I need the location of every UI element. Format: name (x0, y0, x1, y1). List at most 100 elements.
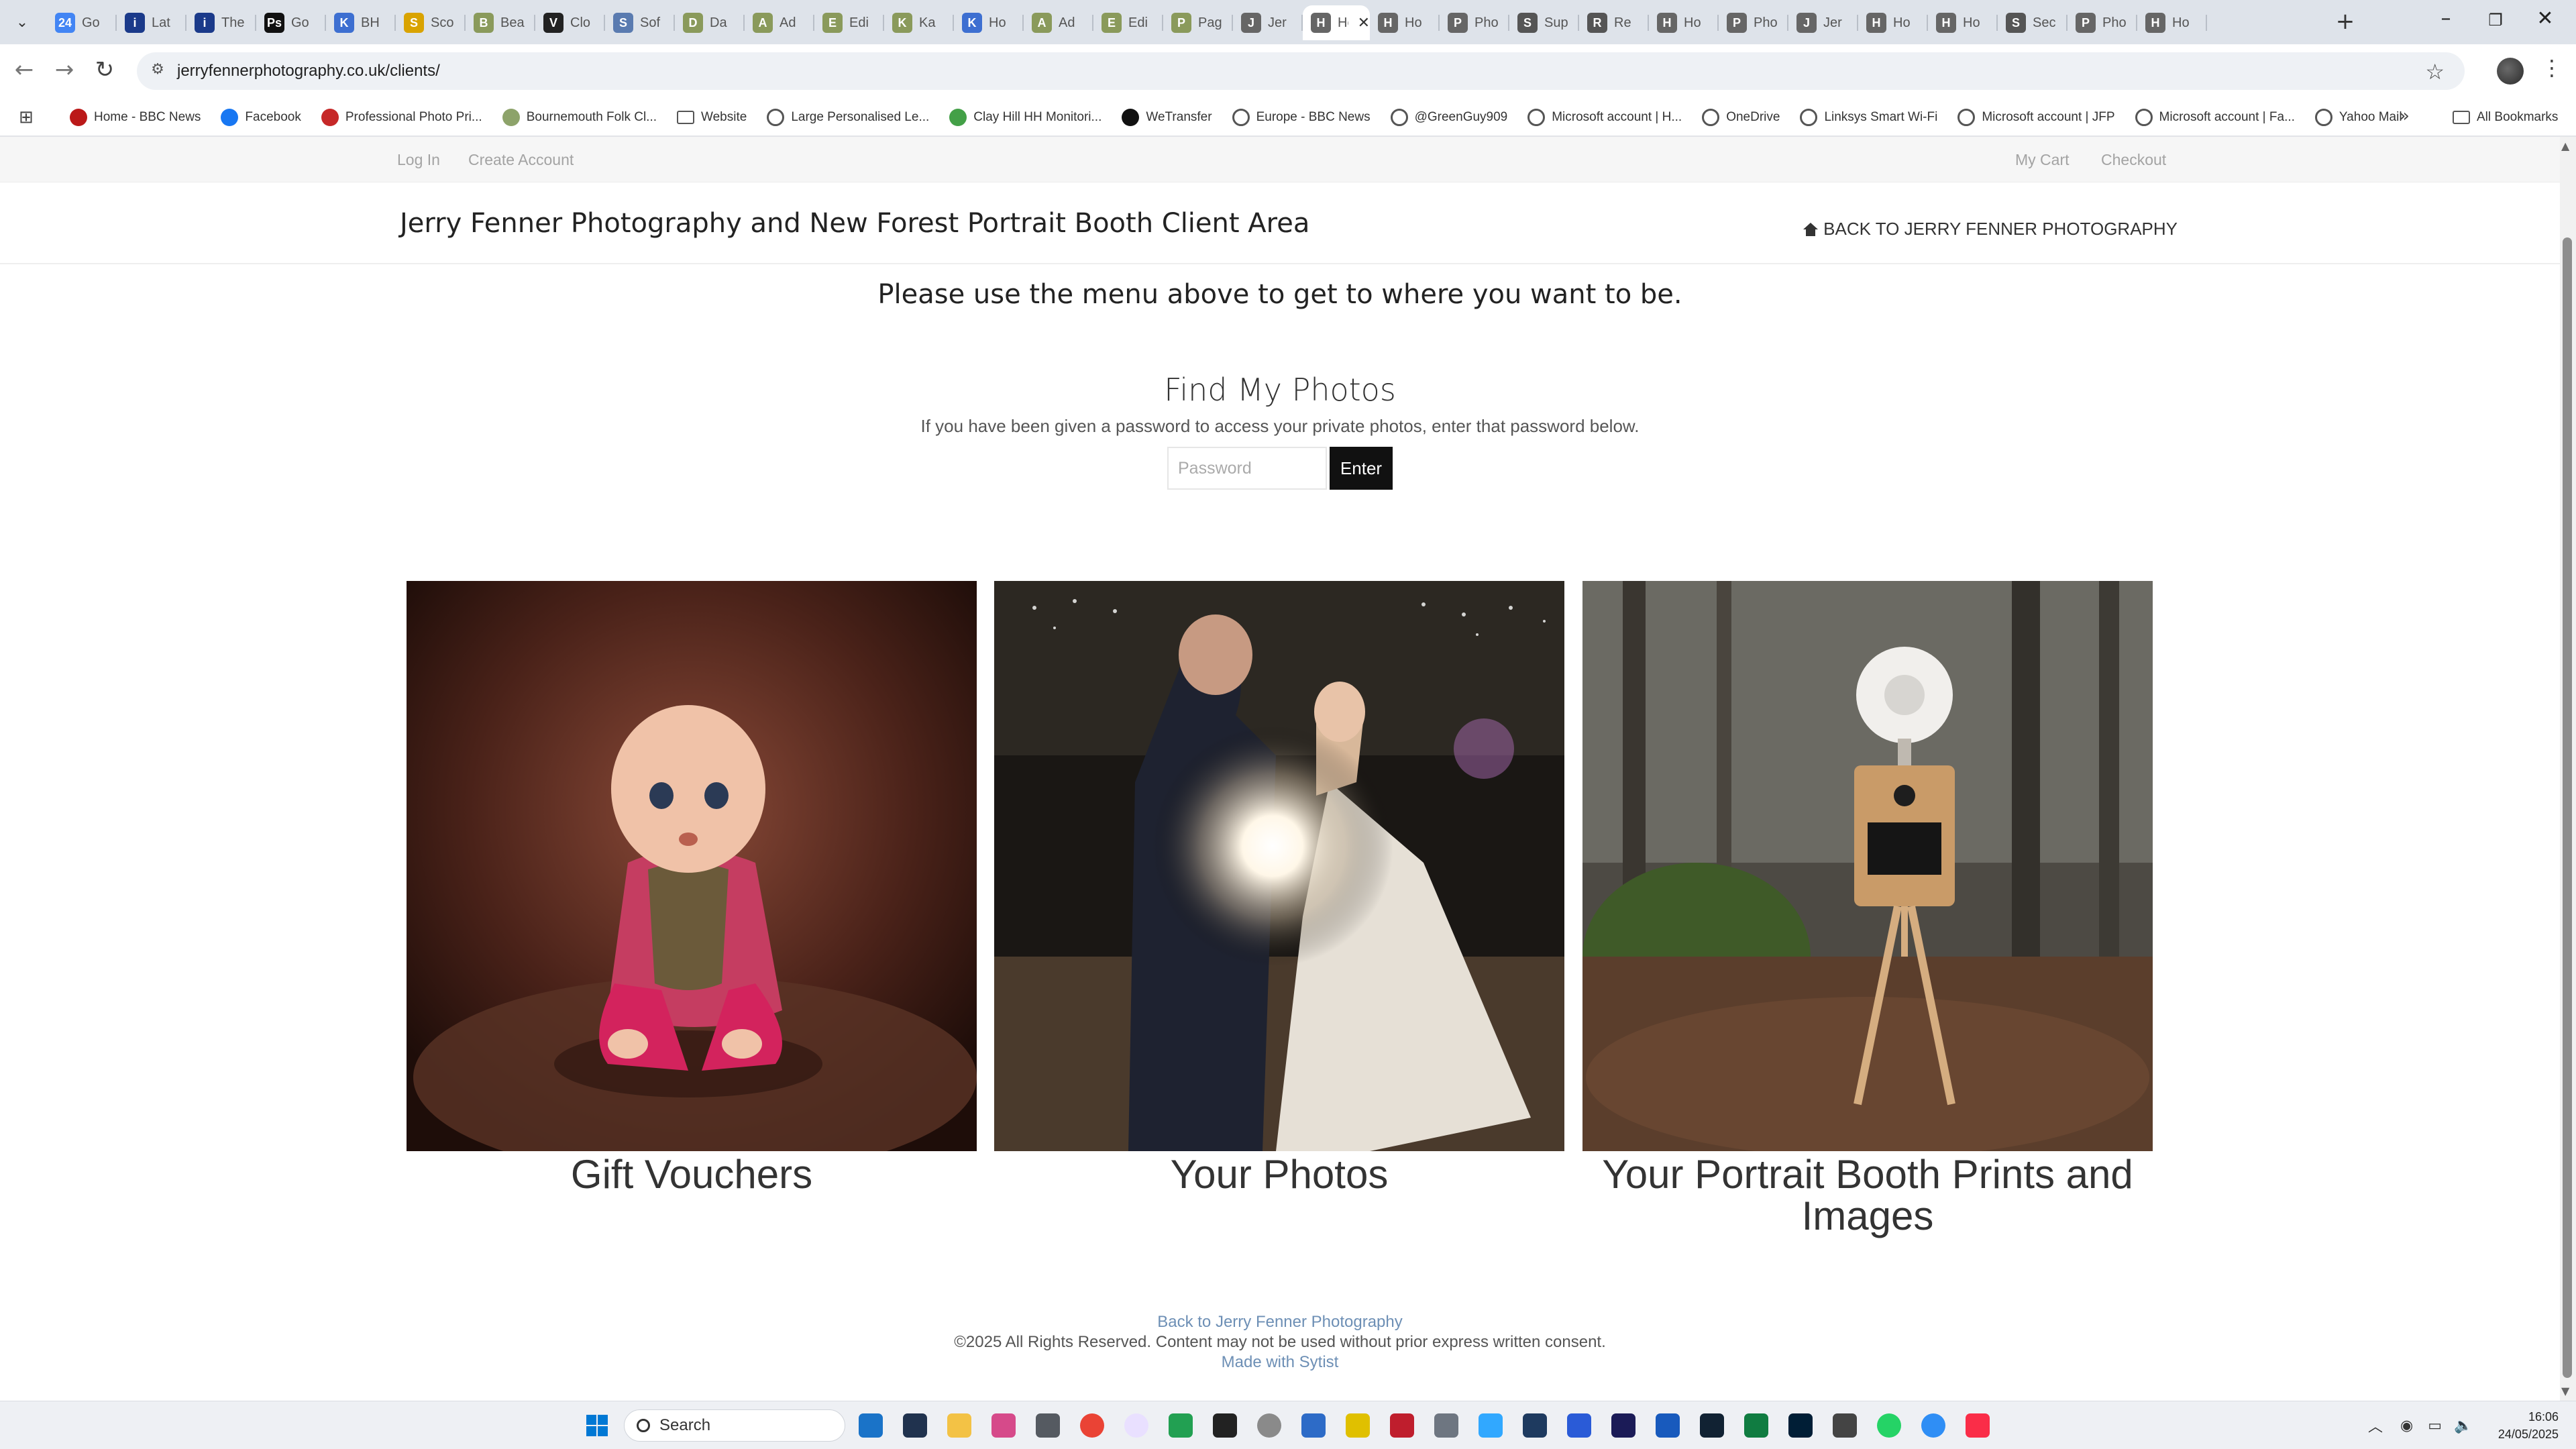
browser-tab[interactable]: H Ho ✕ (1303, 5, 1370, 40)
site-title[interactable]: Jerry Fenner Photography and New Forest … (400, 208, 1309, 239)
all-bookmarks-button[interactable]: All Bookmarks (2453, 98, 2558, 137)
browser-tab[interactable]: R Re (1579, 5, 1649, 40)
browser-tab[interactable]: K BH (326, 5, 396, 40)
bookmark-item[interactable]: OneDrive (1702, 109, 1780, 126)
photoshop-icon[interactable] (1788, 1413, 1813, 1438)
taskbar-clock[interactable]: 16:06 24/05/2025 (2491, 1408, 2559, 1443)
browser-tab[interactable]: H Ho (1928, 5, 1998, 40)
enter-button[interactable]: Enter (1330, 447, 1393, 490)
made-with-sytist-link[interactable]: Made with Sytist (0, 1352, 2560, 1373)
browser-tab[interactable]: H Ho (1858, 5, 1928, 40)
bookmark-item[interactable]: @GreenGuy909 (1390, 109, 1507, 126)
volume-icon[interactable]: 🔈 (2454, 1417, 2472, 1434)
itunes-icon[interactable] (1124, 1413, 1148, 1438)
bookmark-item[interactable]: Linksys Smart Wi-Fi (1800, 109, 1937, 126)
excel-icon[interactable] (1744, 1413, 1768, 1438)
lightroom-classic-icon[interactable] (903, 1413, 927, 1438)
bookmark-item[interactable]: Professional Photo Pri... (321, 109, 482, 126)
whatsapp-icon[interactable] (1877, 1413, 1901, 1438)
page-scrollbar[interactable]: ▲ ▼ (2560, 137, 2576, 1401)
more-bookmarks-icon[interactable]: » (2399, 106, 2410, 126)
url-text[interactable]: jerryfennerphotography.co.uk/clients/ (177, 62, 440, 80)
taskbar-search[interactable]: Search (624, 1409, 845, 1442)
bookmark-item[interactable]: Microsoft account | H... (1527, 109, 1682, 126)
browser-tab[interactable]: Ps Go (256, 5, 326, 40)
back-arrow-icon[interactable]: ← (9, 56, 39, 83)
bookmark-item[interactable]: Facebook (221, 109, 301, 126)
browser-tab[interactable]: E Edi (1093, 5, 1163, 40)
sync-app-icon[interactable] (1169, 1413, 1193, 1438)
network-icon[interactable]: ▭ (2428, 1417, 2442, 1434)
my-cart-link[interactable]: My Cart (2015, 151, 2070, 169)
paint-app-icon[interactable] (1479, 1413, 1503, 1438)
editor-app-icon[interactable] (1567, 1413, 1591, 1438)
card-caption[interactable]: Your Portrait Booth Prints and Images (1582, 1154, 2153, 1237)
browser-tab[interactable]: J Jer (1233, 5, 1303, 40)
bridge-app-icon[interactable] (1523, 1413, 1547, 1438)
wedding-dance-image[interactable] (994, 581, 1564, 1151)
checkout-link[interactable]: Checkout (2101, 151, 2166, 169)
gift-vouchers-card[interactable]: Gift Vouchers (407, 581, 977, 1195)
rush-app-icon[interactable] (1611, 1413, 1635, 1438)
login-link[interactable]: Log In (397, 151, 440, 169)
browser-tab[interactable]: A Ad (745, 5, 814, 40)
settings-gear-icon[interactable] (1833, 1413, 1857, 1438)
new-tab-button[interactable]: + (2330, 8, 2360, 35)
your-photos-card[interactable]: Your Photos (994, 581, 1564, 1195)
publisher-app-icon[interactable] (1700, 1413, 1724, 1438)
media-app-icon[interactable] (1213, 1413, 1237, 1438)
browser-tab[interactable]: i The (186, 5, 256, 40)
browser-tab[interactable]: S Sof (605, 5, 675, 40)
scrollbar-thumb[interactable] (2563, 237, 2572, 1378)
portrait-booth-image[interactable] (1582, 581, 2153, 1151)
forward-arrow-icon[interactable]: → (50, 56, 79, 83)
scroll-up-icon[interactable]: ▲ (2561, 140, 2569, 152)
footer-back-link[interactable]: Back to Jerry Fenner Photography (0, 1312, 2560, 1332)
create-account-link[interactable]: Create Account (468, 151, 574, 169)
sd-card-app-icon[interactable] (1346, 1413, 1370, 1438)
browser-tab[interactable]: P Pho (1440, 5, 1509, 40)
restore-icon[interactable]: ❐ (2475, 11, 2516, 30)
bookmark-item[interactable]: Europe - BBC News (1232, 109, 1371, 126)
close-window-icon[interactable]: ✕ (2525, 7, 2565, 30)
bookmark-item[interactable]: Microsoft account | JFP (1957, 109, 2115, 126)
site-info-icon[interactable]: ⚙ (148, 61, 168, 81)
bookmark-item[interactable]: Large Personalised Le... (767, 109, 929, 126)
browser-tab[interactable]: K Ho (954, 5, 1024, 40)
photos-app-icon[interactable] (991, 1413, 1016, 1438)
bookmark-star-icon[interactable]: ☆ (2425, 59, 2445, 85)
portrait-booth-card[interactable]: Your Portrait Booth Prints and Images (1582, 581, 2153, 1237)
bookmark-item[interactable]: Yahoo Mail (2314, 109, 2402, 126)
browser-tab[interactable]: 24 Go (47, 5, 117, 40)
chrome-icon[interactable] (1080, 1413, 1104, 1438)
browser-tab[interactable]: V Clo (535, 5, 605, 40)
bookmark-item[interactable]: WeTransfer (1122, 109, 1212, 126)
outlook-icon[interactable] (859, 1413, 883, 1438)
bookmark-item[interactable]: Bournemouth Folk Cl... (502, 109, 657, 126)
baby-portrait-image[interactable] (407, 581, 977, 1151)
disc-app-icon[interactable] (1257, 1413, 1281, 1438)
close-tab-icon[interactable]: ✕ (1358, 15, 1370, 32)
browser-tab[interactable]: P Pho (2068, 5, 2137, 40)
windows-start-icon[interactable] (585, 1413, 609, 1438)
browser-tab[interactable]: D Da (675, 5, 745, 40)
card-caption[interactable]: Gift Vouchers (407, 1154, 977, 1195)
browser-tab[interactable]: H Ho (1370, 5, 1440, 40)
reload-icon[interactable]: ↻ (90, 56, 119, 83)
profile-avatar[interactable] (2497, 58, 2524, 85)
word-icon[interactable] (1656, 1413, 1680, 1438)
browser-menu-icon[interactable]: ⋮ (2541, 55, 2563, 80)
browser-tab[interactable]: K Ka (884, 5, 954, 40)
browser-tab[interactable]: A Ad (1024, 5, 1093, 40)
filezilla-icon[interactable] (1390, 1413, 1414, 1438)
browser-tab[interactable]: H Ho (1649, 5, 1719, 40)
browser-tab[interactable]: H Ho (2137, 5, 2207, 40)
bookmark-item[interactable]: Clay Hill HH Monitori... (949, 109, 1102, 126)
calculator-icon[interactable] (1434, 1413, 1458, 1438)
file-explorer-icon[interactable] (947, 1413, 971, 1438)
card-caption[interactable]: Your Photos (994, 1154, 1564, 1195)
browser-tab[interactable]: S Sec (1998, 5, 2068, 40)
browser-app-icon[interactable] (1921, 1413, 1945, 1438)
window-app-icon[interactable] (1301, 1413, 1326, 1438)
browser-tab[interactable]: i Lat (117, 5, 186, 40)
